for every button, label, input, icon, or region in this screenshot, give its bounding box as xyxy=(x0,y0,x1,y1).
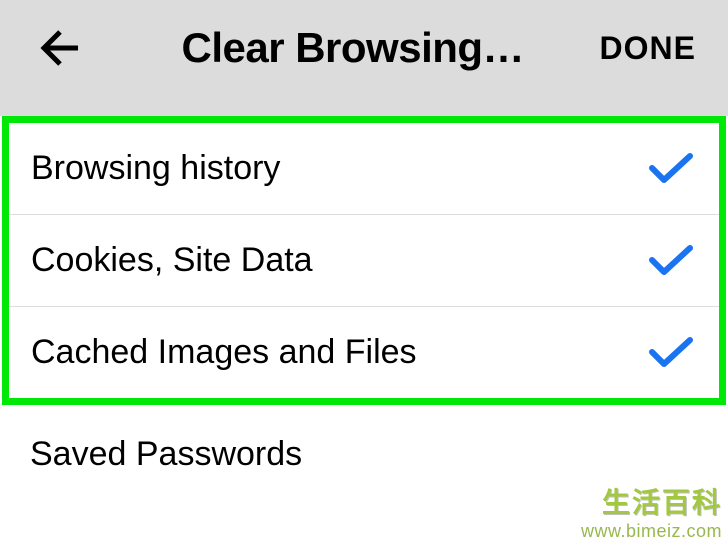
watermark-title: 生活百科 xyxy=(581,481,722,521)
option-browsing-history[interactable]: Browsing history xyxy=(9,123,719,215)
app-header: Clear Browsing… DONE xyxy=(0,0,728,96)
header-spacer xyxy=(0,96,728,116)
checkmark-icon xyxy=(649,152,693,186)
checkmark-icon xyxy=(649,336,693,370)
option-label: Browsing history xyxy=(31,149,280,188)
option-saved-passwords[interactable]: Saved Passwords xyxy=(0,405,728,474)
watermark: 生活百科 www.bimeiz.com xyxy=(581,481,722,542)
page-title: Clear Browsing… xyxy=(124,24,582,72)
option-cached-images-files[interactable]: Cached Images and Files xyxy=(9,307,719,398)
option-label: Cookies, Site Data xyxy=(31,241,313,280)
highlighted-section: Browsing history Cookies, Site Data Cach… xyxy=(2,116,726,405)
option-label: Cached Images and Files xyxy=(31,333,417,372)
option-cookies-site-data[interactable]: Cookies, Site Data xyxy=(9,215,719,307)
arrow-left-icon xyxy=(38,26,82,70)
done-button[interactable]: DONE xyxy=(592,22,704,75)
checkmark-icon xyxy=(649,244,693,278)
option-label: Saved Passwords xyxy=(30,435,302,474)
back-button[interactable] xyxy=(36,24,84,72)
watermark-url: www.bimeiz.com xyxy=(581,521,722,542)
